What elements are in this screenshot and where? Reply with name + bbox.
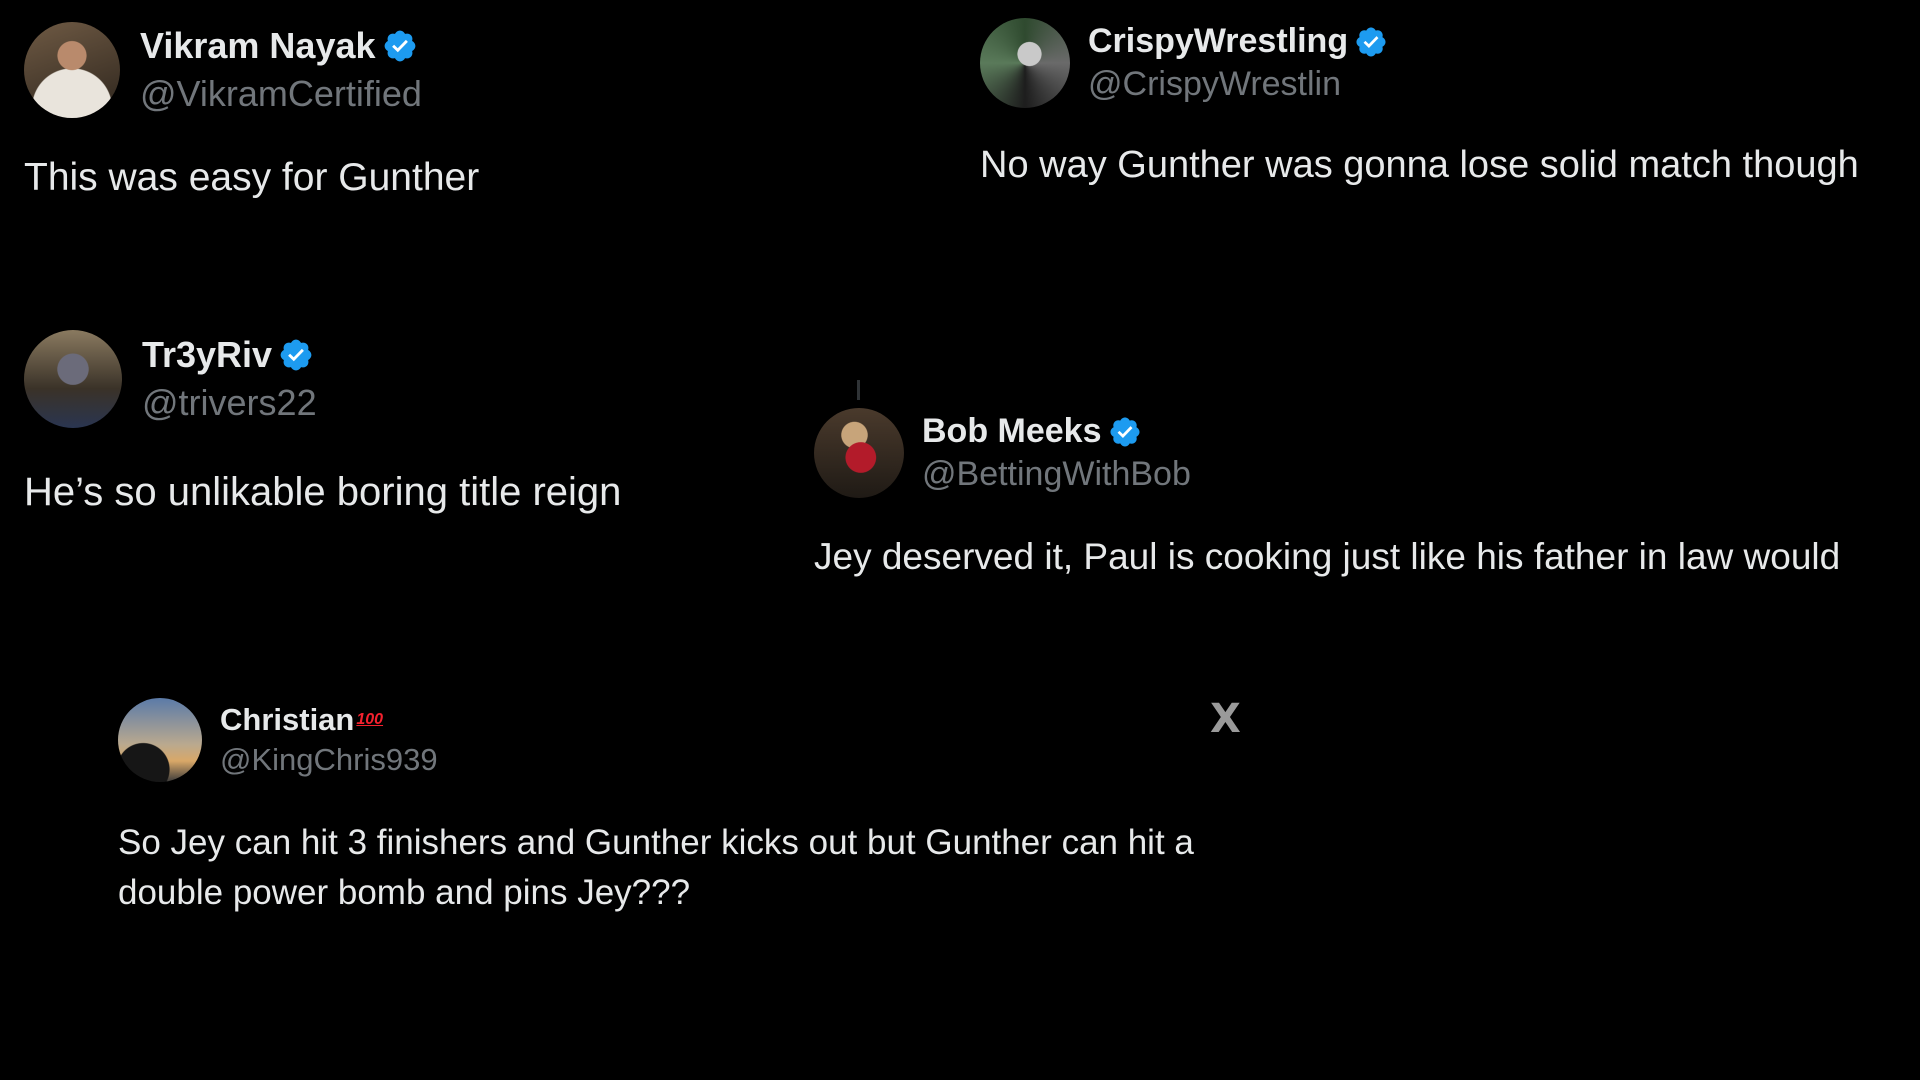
- author-names: Vikram Nayak @VikramCertified: [140, 25, 422, 115]
- name-row: Bob Meeks: [922, 412, 1191, 451]
- author-names: Bob Meeks @BettingWithBob: [922, 412, 1191, 494]
- tweet-text: So Jey can hit 3 finishers and Gunther k…: [118, 823, 1194, 912]
- display-name[interactable]: Christian: [220, 702, 354, 738]
- handle[interactable]: @VikramCertified: [140, 73, 422, 115]
- hundred-points-emoji-icon: 100: [356, 711, 384, 728]
- handle[interactable]: @BettingWithBob: [922, 455, 1191, 494]
- tweet-bob-meeks[interactable]: Bob Meeks @BettingWithBob Jey deserved i…: [814, 408, 1840, 578]
- tweet-header: Christian 100 @KingChris939: [118, 698, 1258, 782]
- avatar[interactable]: [980, 18, 1070, 108]
- x-logo-icon[interactable]: X: [1210, 696, 1241, 742]
- name-row: Christian 100: [220, 702, 438, 738]
- author-names: CrispyWrestling @CrispyWrestlin: [1088, 22, 1388, 104]
- tweet-crispywrestling[interactable]: CrispyWrestling @CrispyWrestlin No way G…: [980, 18, 1859, 187]
- thread-line: [857, 380, 860, 400]
- name-row: Vikram Nayak: [140, 25, 422, 67]
- name-row: CrispyWrestling: [1088, 22, 1388, 61]
- author-names: Christian 100 @KingChris939: [220, 702, 438, 778]
- avatar[interactable]: [24, 22, 120, 118]
- handle[interactable]: @KingChris939: [220, 742, 438, 778]
- tweet-text: Jey deserved it, Paul is cooking just li…: [814, 536, 1841, 577]
- verified-badge-icon: [1356, 26, 1386, 57]
- verified-badge-icon: [384, 30, 415, 62]
- avatar[interactable]: [814, 408, 904, 498]
- tweet-header: Tr3yRiv @trivers22: [24, 330, 621, 428]
- display-name[interactable]: CrispyWrestling: [1088, 22, 1348, 61]
- tweet-header: CrispyWrestling @CrispyWrestlin: [980, 18, 1859, 108]
- tweet-text: No way Gunther was gonna lose solid matc…: [980, 144, 1859, 186]
- display-name[interactable]: Bob Meeks: [922, 412, 1102, 451]
- tweet-header: Vikram Nayak @VikramCertified: [24, 22, 479, 118]
- tweet-christian[interactable]: Christian 100 @KingChris939 So Jey can h…: [118, 698, 1258, 918]
- tweet-vikram-nayak[interactable]: Vikram Nayak @VikramCertified This was e…: [24, 22, 479, 200]
- tweet-tr3yriv[interactable]: Tr3yRiv @trivers22 He’s so unlikable bor…: [24, 330, 621, 515]
- verified-badge-icon: [1109, 416, 1140, 447]
- handle[interactable]: @trivers22: [142, 382, 317, 424]
- author-names: Tr3yRiv @trivers22: [142, 334, 317, 424]
- tweet-text: This was easy for Gunther: [24, 156, 480, 199]
- tweet-header: Bob Meeks @BettingWithBob: [814, 408, 1840, 498]
- display-name[interactable]: Vikram Nayak: [140, 25, 376, 67]
- tweet-text: He’s so unlikable boring title reign: [24, 470, 622, 514]
- handle[interactable]: @CrispyWrestlin: [1088, 65, 1388, 104]
- verified-badge-icon: [280, 339, 312, 371]
- name-row: Tr3yRiv: [142, 334, 317, 376]
- avatar[interactable]: [118, 698, 202, 782]
- avatar[interactable]: [24, 330, 122, 428]
- display-name[interactable]: Tr3yRiv: [142, 334, 272, 376]
